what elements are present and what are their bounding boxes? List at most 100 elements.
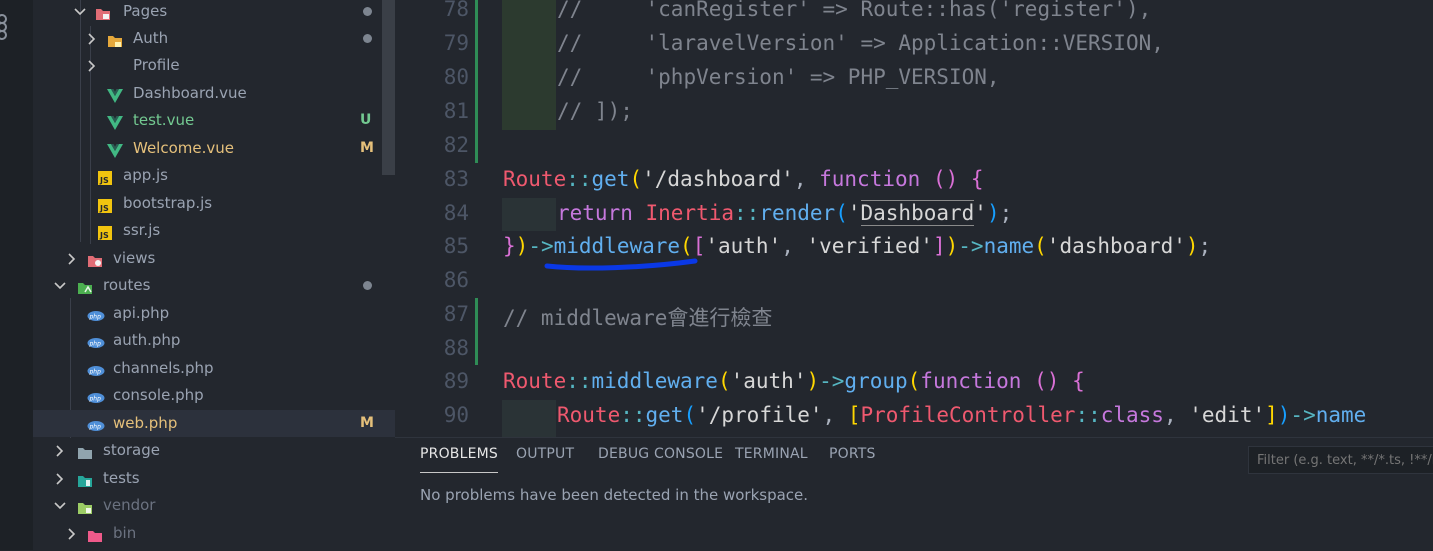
code-token: :: <box>566 167 592 191</box>
code-token: :: <box>566 369 592 393</box>
code-line-89: Route::middleware('auth')->group(functio… <box>503 369 1085 393</box>
chevron-right-icon <box>85 25 99 52</box>
modified-dot <box>363 281 372 290</box>
code-token: return <box>557 201 633 225</box>
tree-item-api-php[interactable]: php api.php <box>33 300 395 327</box>
code-line-81: // ]); <box>557 99 633 123</box>
line-number: 83 <box>443 167 469 191</box>
tree-item-views[interactable]: views <box>33 245 395 272</box>
code-token: 'auth' <box>705 234 782 258</box>
code-line-83: Route::get('/dashboard', function () { <box>503 167 984 191</box>
tree-item-console-php[interactable]: php console.php <box>33 382 395 409</box>
tree-item-auth[interactable]: Auth <box>33 25 395 52</box>
tree-item-vendor[interactable]: vendor <box>33 492 395 519</box>
js-icon: JS <box>97 168 113 185</box>
tree-item-welcome-vue[interactable]: Welcome.vue M <box>33 135 395 162</box>
code-token: ( <box>629 167 643 191</box>
code-token: () <box>1034 369 1060 393</box>
tree-item-label: Welcome.vue <box>133 139 234 157</box>
line-number: 84 <box>443 201 469 225</box>
code-token: ( <box>717 369 731 393</box>
chevron-right-icon <box>65 520 79 547</box>
line-number: 78 <box>443 0 469 21</box>
code-token: , <box>822 403 848 427</box>
tree-item-label: views <box>113 249 156 267</box>
tree-item-label: app.js <box>123 166 168 184</box>
code-token: // <box>557 0 646 21</box>
tree-item-test-vue[interactable]: test.vue U <box>33 107 395 134</box>
explorer-scrollbar[interactable] <box>382 0 395 175</box>
code-token: ( <box>907 369 921 393</box>
tab-terminal[interactable]: TERMINAL <box>735 446 808 462</box>
code-token: -> <box>819 369 845 393</box>
svg-text:php: php <box>89 314 102 321</box>
problems-filter-input[interactable] <box>1248 446 1433 474</box>
tree-item-profile[interactable]: Profile <box>33 52 395 79</box>
tree-item-web-php[interactable]: php web.php M <box>33 410 395 437</box>
tree-item-label: ssr.js <box>123 221 161 239</box>
tree-item-label: tests <box>103 469 140 487</box>
code-token: function <box>819 167 921 191</box>
code-token: () <box>932 167 959 191</box>
tree-item-routes[interactable]: routes <box>33 272 395 299</box>
php-icon: php <box>87 306 105 322</box>
code-token: ) <box>1185 234 1199 258</box>
tab-problems[interactable]: PROBLEMS <box>420 446 499 473</box>
code-token: { <box>1072 369 1085 393</box>
code-token: ; <box>999 201 1013 225</box>
chevron-down-icon <box>53 492 67 519</box>
code-token: , <box>1163 403 1190 427</box>
svg-text:php: php <box>89 424 102 431</box>
folder-tests-icon <box>77 471 93 487</box>
code-token: render <box>759 201 836 225</box>
code-token: 'auth' <box>730 369 807 393</box>
tab-debug-console[interactable]: DEBUG CONSOLE <box>598 446 723 462</box>
indent-highlight <box>502 400 556 437</box>
tree-item-label: api.php <box>113 304 170 322</box>
tree-item-app-js[interactable]: JS app.js <box>33 162 395 189</box>
code-token: 'verified' <box>806 234 933 258</box>
tree-item-pages[interactable]: Pages <box>33 0 395 25</box>
code-token: 'phpVersion' => PHP_VERSION, <box>645 65 1000 89</box>
code-line-84: return Inertia::render('Dashboard'); <box>557 200 1013 226</box>
chevron-right-icon <box>85 52 99 79</box>
tree-item-storage[interactable]: storage <box>33 437 395 464</box>
code-token: class <box>1100 403 1164 427</box>
tree-item-tests[interactable]: tests <box>33 465 395 492</box>
chevron-down-icon <box>73 0 87 25</box>
tree-item-label: bin <box>113 524 137 542</box>
tree-item-bootstrap-js[interactable]: JS bootstrap.js <box>33 190 395 217</box>
code-line-78: // 'canRegister' => Route::has('register… <box>557 0 1151 21</box>
code-token: ) <box>945 234 959 258</box>
indent-highlight <box>502 198 556 231</box>
code-token: 'dashboard' <box>1046 234 1186 258</box>
code-token: Route <box>557 403 621 427</box>
chevron-right-icon <box>53 465 67 492</box>
explorer-panel: Pages Auth Profile Dashboard.vue test.vu… <box>33 0 395 550</box>
code-token: ( <box>835 201 848 225</box>
code-editor[interactable]: 78 79 80 81 82 83 84 85 86 87 88 89 90 /… <box>395 0 1433 437</box>
code-token: ) <box>806 369 820 393</box>
tab-ports[interactable]: PORTS <box>829 446 876 462</box>
tree-item-bin[interactable]: bin <box>33 520 395 547</box>
code-token: ) <box>515 234 529 258</box>
svg-text:JS: JS <box>99 176 109 185</box>
figma-icon[interactable] <box>0 14 14 42</box>
code-token: ' <box>974 201 987 225</box>
tree-item-channels-php[interactable]: php channels.php <box>33 355 395 382</box>
tree-item-auth-php[interactable]: php auth.php <box>33 327 395 354</box>
code-token: Route <box>503 167 567 191</box>
tree-item-label: console.php <box>113 386 204 404</box>
tree-item-dashboard-vue[interactable]: Dashboard.vue <box>33 80 395 107</box>
php-icon: php <box>87 333 105 349</box>
tree-item-ssr-js[interactable]: JS ssr.js <box>33 217 395 244</box>
code-token: // <box>557 31 646 55</box>
line-number: 86 <box>443 268 469 292</box>
code-token: function <box>920 369 1022 393</box>
code-line-90: Route::get('/profile', [ProfileControlle… <box>557 403 1366 427</box>
tab-output[interactable]: OUTPUT <box>516 446 574 462</box>
folder-bin-icon <box>87 526 103 542</box>
